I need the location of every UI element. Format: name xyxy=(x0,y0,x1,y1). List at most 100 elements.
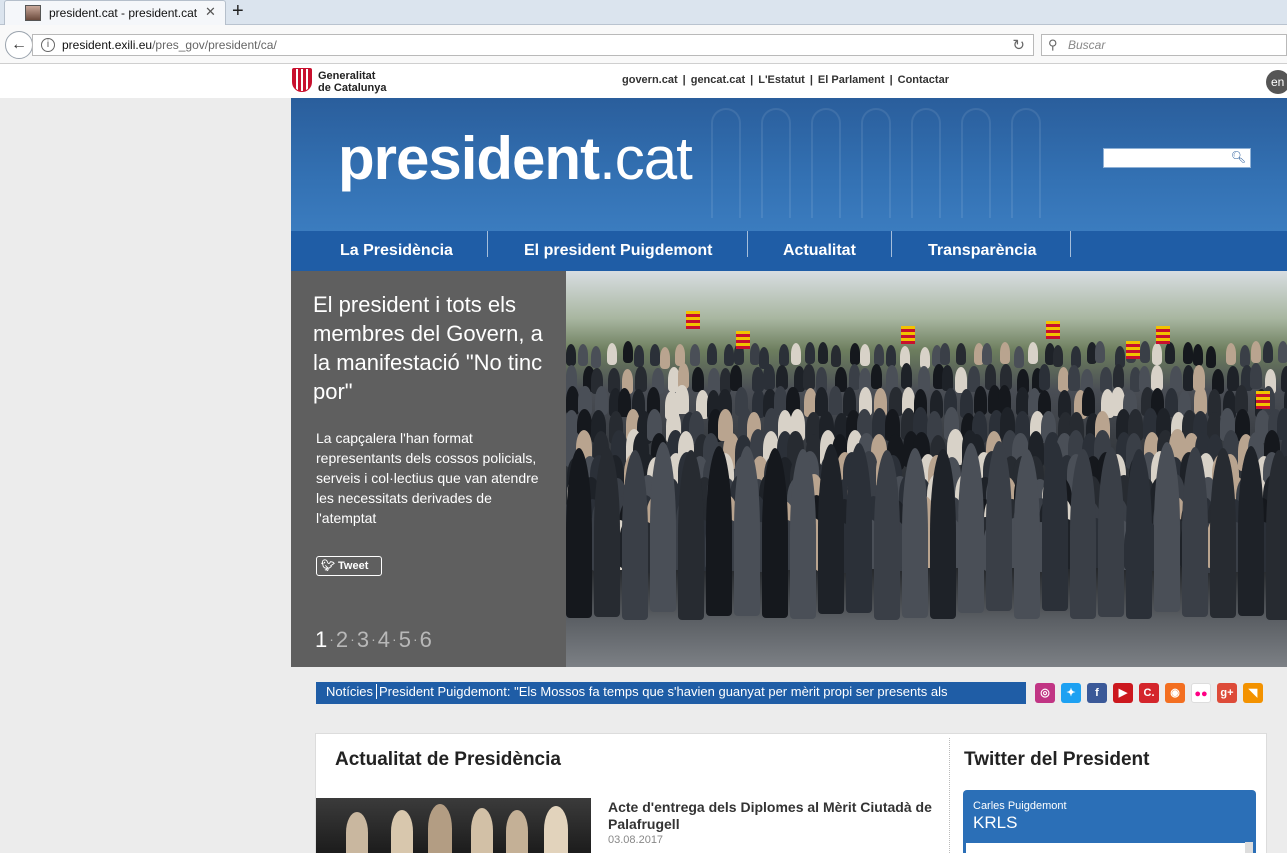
twitter-feed xyxy=(966,843,1253,853)
site-title-suffix: .cat xyxy=(599,125,693,192)
front-row-person xyxy=(846,442,872,613)
twitter-widget[interactable]: Carles Puigdemont KRLS xyxy=(963,790,1256,853)
twitter-scrollbar[interactable] xyxy=(1245,842,1253,853)
news-snippet xyxy=(608,848,928,853)
crowd-person xyxy=(566,344,576,367)
nav-separator xyxy=(747,231,748,257)
crowd-person xyxy=(1053,345,1064,368)
site-title-bold: president xyxy=(338,125,600,192)
crowd-person xyxy=(635,365,647,392)
info-icon[interactable]: i xyxy=(41,38,55,52)
site-title[interactable]: president.cat xyxy=(338,124,693,193)
search-icon[interactable]: 🔍︎ xyxy=(1231,150,1246,164)
crowd-person xyxy=(779,343,790,366)
browser-search-placeholder: Buscar xyxy=(1068,38,1106,52)
logo-line2: de Catalunya xyxy=(318,82,387,94)
crowd-person xyxy=(900,363,913,389)
crowd-person xyxy=(831,345,842,368)
crowd-person xyxy=(917,365,930,392)
facebook-icon[interactable]: f xyxy=(1087,683,1107,703)
front-row-person xyxy=(930,448,956,619)
news-image[interactable] xyxy=(316,798,591,853)
new-tab-button[interactable]: + xyxy=(232,0,244,22)
news-ticker[interactable]: Notícies President Puigdemont: "Els Mosso… xyxy=(316,682,1026,704)
link-parlament[interactable]: El Parlament xyxy=(818,74,885,86)
twitter-handle: KRLS xyxy=(973,813,1018,832)
nav-item-presidencia[interactable]: La Presidència xyxy=(340,231,453,271)
crowd-person xyxy=(1165,341,1176,364)
front-row-person xyxy=(1042,441,1068,612)
crowd-person xyxy=(633,345,644,368)
slide-title[interactable]: El president i tots els membres del Gove… xyxy=(313,290,553,406)
front-row-person xyxy=(1210,448,1236,619)
flag-icon xyxy=(1256,391,1270,409)
favicon-icon xyxy=(25,5,41,21)
slider-page-6[interactable]: 6 xyxy=(420,627,432,652)
slider-page-1[interactable]: 1 xyxy=(315,627,327,652)
nav-item-puigdemont[interactable]: El president Puigdemont xyxy=(524,231,712,271)
news-figure xyxy=(428,804,452,853)
address-bar[interactable]: i president.exili.eu/pres_gov/president/… xyxy=(32,34,1034,56)
banner-arch xyxy=(961,108,991,218)
slider-page-2[interactable]: 2 xyxy=(336,627,348,652)
link-contactar[interactable]: Contactar xyxy=(898,74,949,86)
crowd-person xyxy=(660,346,671,369)
site-search-input[interactable]: 🔍︎ xyxy=(1103,148,1251,168)
slider-page-4[interactable]: 4 xyxy=(378,627,390,652)
flag-icon xyxy=(1046,321,1060,339)
top-links: govern.cat | gencat.cat | L'Estatut | El Parla… xyxy=(622,74,949,86)
nav-item-transparencia[interactable]: Transparència xyxy=(928,231,1037,271)
front-row-person xyxy=(1182,446,1208,617)
c-icon[interactable]: C. xyxy=(1139,683,1159,703)
link-estatut[interactable]: L'Estatut xyxy=(758,74,805,86)
slide-description: La capçalera l'han format representants … xyxy=(316,430,539,526)
crowd-person xyxy=(1139,341,1150,364)
slider-page-5[interactable]: 5 xyxy=(399,627,411,652)
slider-page-3[interactable]: 3 xyxy=(357,627,369,652)
browser-tab[interactable]: president.cat - president.cat ✕ xyxy=(4,0,226,25)
nav-item-actualitat[interactable]: Actualitat xyxy=(783,231,856,271)
pager-dot: · xyxy=(350,631,355,647)
tweet-button[interactable]: 🐦︎ Tweet xyxy=(316,556,382,576)
tab-title: president.cat - president.cat xyxy=(49,6,198,20)
column-divider xyxy=(949,738,950,853)
banner-arch xyxy=(1011,108,1041,218)
link-gencat[interactable]: gencat.cat xyxy=(691,74,745,86)
rss-icon[interactable]: ◥ xyxy=(1243,683,1263,703)
crowd-person xyxy=(870,363,883,390)
crowd-person xyxy=(763,364,775,390)
banner-arch xyxy=(911,108,941,218)
language-switch[interactable]: en xyxy=(1266,70,1287,94)
crowd-person xyxy=(1250,341,1261,364)
generalitat-emblem-icon xyxy=(292,68,312,92)
banner-arch xyxy=(711,108,741,218)
tweet-label: Tweet xyxy=(338,560,369,572)
close-tab-icon[interactable]: ✕ xyxy=(205,4,216,20)
crowd-person xyxy=(1182,341,1193,364)
crowd-person xyxy=(590,346,601,369)
crowd-person xyxy=(849,342,860,365)
reload-icon[interactable]: ↻ xyxy=(1012,36,1025,54)
ivoox-icon[interactable]: ◉ xyxy=(1165,683,1185,703)
twitter-icon[interactable]: ✦ xyxy=(1061,683,1081,703)
instagram-icon[interactable]: ◎ xyxy=(1035,683,1055,703)
crowd-person xyxy=(650,343,661,366)
ticker-text: President Puigdemont: "Els Mossos fa tem… xyxy=(378,684,948,699)
crowd-person xyxy=(1112,363,1125,390)
crowd-person xyxy=(941,365,954,391)
news-title[interactable]: Acte d'entrega dels Diplomes al Mèrit Ci… xyxy=(608,799,938,833)
back-button[interactable]: ← xyxy=(5,31,33,59)
crowd-person xyxy=(873,343,884,366)
flickr-icon[interactable]: ●● xyxy=(1191,683,1211,703)
crowd-person xyxy=(692,366,705,393)
crowd-person xyxy=(707,342,718,365)
front-row-person xyxy=(566,447,592,618)
slide-photo[interactable] xyxy=(566,271,1287,667)
youtube-icon[interactable]: ▶ xyxy=(1113,683,1133,703)
browser-search-box[interactable]: ⚲ Buscar xyxy=(1041,34,1287,56)
crowd-person xyxy=(859,343,870,366)
link-govern[interactable]: govern.cat xyxy=(622,74,678,86)
front-row-person xyxy=(1154,442,1180,613)
crowd-person xyxy=(708,367,720,394)
googleplus-icon[interactable]: g+ xyxy=(1217,683,1237,703)
